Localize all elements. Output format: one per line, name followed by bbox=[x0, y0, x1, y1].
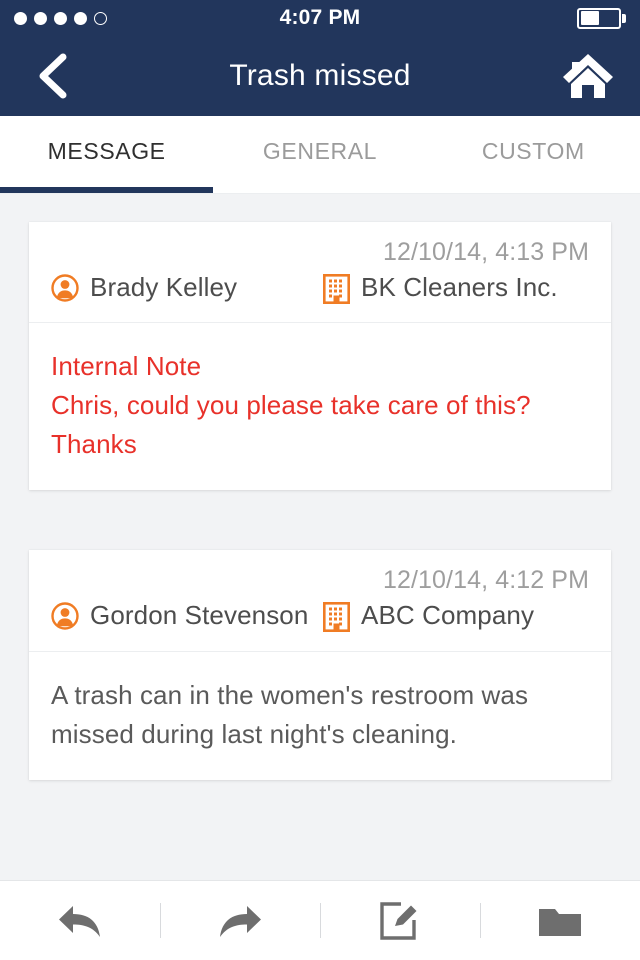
message-card-header: 12/10/14, 4:12 PM Gordon Stevenson ABC C… bbox=[29, 550, 611, 652]
tab-message[interactable]: MESSAGE bbox=[0, 116, 214, 193]
message-sender-name: Brady Kelley bbox=[90, 272, 238, 302]
building-icon bbox=[322, 602, 350, 633]
battery-indicator bbox=[577, 7, 626, 29]
message-body-text: Internal Note Chris, could you please ta… bbox=[51, 351, 531, 460]
person-icon bbox=[51, 274, 79, 302]
message-company: BK Cleaners Inc. bbox=[322, 271, 589, 304]
message-company: ABC Company bbox=[322, 599, 589, 633]
folder-icon bbox=[536, 901, 584, 941]
message-sender: Brady Kelley bbox=[51, 271, 323, 304]
message-card[interactable]: 12/10/14, 4:12 PM Gordon Stevenson ABC C… bbox=[29, 550, 611, 780]
person-icon bbox=[51, 602, 79, 630]
battery-fill bbox=[580, 11, 599, 25]
message-company-name: ABC Company bbox=[361, 600, 535, 631]
message-meta: Gordon Stevenson ABC Company bbox=[51, 599, 589, 633]
folder-button[interactable] bbox=[480, 881, 640, 960]
app-screen: 4:07 PM Trash missed MESSAGE GENERAL CUS… bbox=[0, 0, 640, 960]
page-title: Trash missed bbox=[229, 59, 411, 92]
tab-bar: MESSAGE GENERAL CUSTOM bbox=[0, 116, 640, 194]
message-list[interactable]: 12/10/14, 4:13 PM Brady Kelley BK Cleane… bbox=[0, 194, 640, 880]
message-card-body: A trash can in the women's restroom was … bbox=[29, 652, 611, 780]
forward-arrow-icon bbox=[215, 899, 265, 943]
forward-button[interactable] bbox=[160, 881, 320, 960]
battery-body-icon bbox=[577, 7, 621, 29]
message-card-header: 12/10/14, 4:13 PM Brady Kelley BK Cleane… bbox=[29, 222, 611, 324]
message-timestamp: 12/10/14, 4:13 PM bbox=[382, 238, 589, 266]
tab-general-label: GENERAL bbox=[262, 138, 378, 164]
home-icon bbox=[561, 51, 615, 101]
reply-arrow-icon bbox=[55, 899, 105, 943]
signal-strength-indicator bbox=[14, 11, 107, 25]
message-company-name: BK Cleaners Inc. bbox=[361, 272, 558, 302]
message-body-text: A trash can in the women's restroom was … bbox=[51, 679, 529, 749]
message-sender: Gordon Stevenson bbox=[51, 599, 323, 632]
reply-button[interactable] bbox=[0, 881, 160, 960]
signal-dot-filled bbox=[54, 11, 67, 25]
message-timestamp: 12/10/14, 4:12 PM bbox=[382, 566, 589, 595]
signal-dot-filled bbox=[34, 11, 47, 25]
signal-dot-filled bbox=[74, 11, 87, 25]
signal-dot-filled bbox=[14, 11, 27, 25]
battery-tip bbox=[622, 13, 626, 23]
tab-general[interactable]: GENERAL bbox=[213, 116, 426, 193]
action-toolbar bbox=[0, 880, 640, 960]
home-button[interactable] bbox=[560, 48, 616, 104]
compose-edit-icon bbox=[377, 898, 423, 944]
tab-message-label: MESSAGE bbox=[47, 138, 166, 164]
message-card-body: Internal Note Chris, could you please ta… bbox=[29, 323, 611, 490]
message-card[interactable]: 12/10/14, 4:13 PM Brady Kelley BK Cleane… bbox=[29, 222, 611, 491]
tab-custom[interactable]: CUSTOM bbox=[427, 116, 640, 193]
back-button[interactable] bbox=[24, 48, 80, 104]
navigation-bar: Trash missed bbox=[0, 36, 640, 116]
message-meta: Brady Kelley BK Cleaners Inc. bbox=[51, 271, 589, 304]
message-sender-name: Gordon Stevenson bbox=[90, 600, 309, 631]
compose-button[interactable] bbox=[320, 881, 480, 960]
status-bar: 4:07 PM bbox=[0, 0, 640, 36]
chevron-left-icon bbox=[35, 53, 69, 99]
signal-dot-empty bbox=[94, 11, 107, 25]
building-icon bbox=[322, 273, 350, 304]
tab-custom-label: CUSTOM bbox=[481, 138, 585, 164]
